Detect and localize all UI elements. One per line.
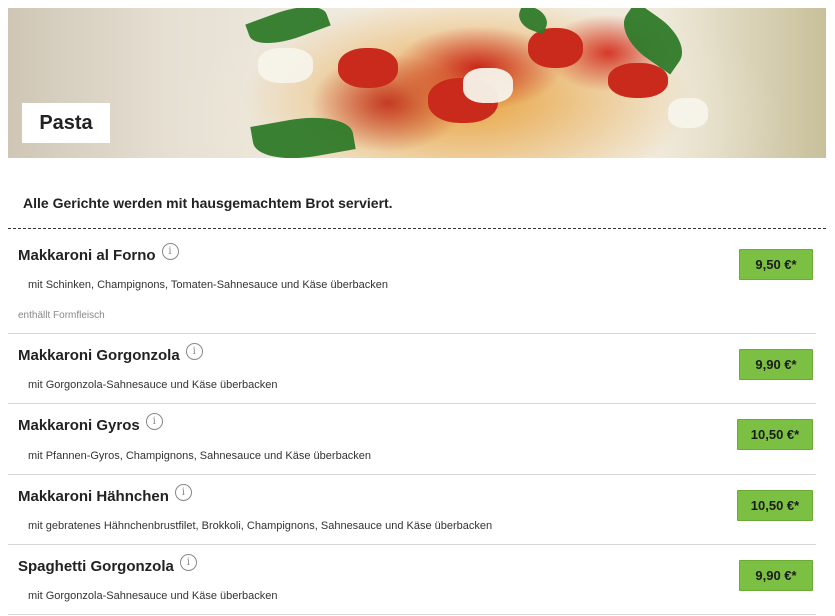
menu-item-description: mit Pfannen-Gyros, Champignons, Sahnesau… — [28, 450, 372, 462]
menu-item-name: Makkaroni Hähnchen — [18, 488, 169, 505]
menu-item-makkaroni-gyros: Makkaroni Gyros i mit Pfannen-Gyros, Cham… — [8, 413, 816, 473]
info-icon[interactable]: i — [145, 413, 163, 430]
menu-item-description: mit Gorgonzola-Sahnesauce und Käse überb… — [28, 379, 278, 391]
item-separator — [8, 333, 816, 334]
menu-item-description: mit Gorgonzola-Sahnesauce und Käse überb… — [28, 590, 278, 602]
price-button[interactable]: 9,90 €* — [739, 349, 813, 380]
item-separator — [8, 474, 816, 475]
info-icon[interactable]: i — [179, 554, 197, 571]
info-icon[interactable]: i — [174, 484, 192, 501]
menu-item-name: Makkaroni Gyros — [18, 417, 140, 434]
info-icon[interactable]: i — [185, 343, 203, 360]
menu-item-name: Makkaroni al Forno — [18, 247, 156, 264]
menu-item-note: enthällt Formfleisch — [18, 310, 105, 321]
menu-item-name: Makkaroni Gorgonzola — [18, 347, 180, 364]
bread-notice: Alle Gerichte werden mit hausgemachtem B… — [23, 195, 393, 211]
price-button[interactable]: 10,50 €* — [737, 490, 813, 521]
price-button[interactable]: 9,50 €* — [739, 249, 813, 280]
item-separator — [8, 614, 816, 615]
price-button[interactable]: 10,50 €* — [737, 419, 813, 450]
pasta-hero-image — [8, 8, 826, 158]
menu-item-description: mit Schinken, Champignons, Tomaten-Sahne… — [28, 279, 388, 291]
menu-item-makkaroni-gorgonzola: Makkaroni Gorgonzola i mit Gorgonzola-Sah… — [8, 343, 816, 403]
info-icon[interactable]: i — [161, 243, 179, 260]
item-separator — [8, 544, 816, 545]
menu-item-description: mit gebratenes Hähnchenbrustfilet, Brokk… — [28, 520, 493, 532]
dotted-divider — [8, 228, 826, 229]
menu-item-spaghetti-gorgonzola: Spaghetti Gorgonzola i mit Gorgonzola-Sah… — [8, 554, 816, 614]
price-button[interactable]: 9,90 €* — [739, 560, 813, 591]
section-title: Pasta — [22, 103, 110, 143]
menu-item-name: Spaghetti Gorgonzola — [18, 558, 174, 575]
menu-item-makkaroni-al-forno: Makkaroni al Forno i mit Schinken, Champi… — [8, 243, 816, 333]
item-separator — [8, 403, 816, 404]
menu-item-makkaroni-haehnchen: Makkaroni Hähnchen i mit gebratenes Hähnc… — [8, 484, 816, 544]
